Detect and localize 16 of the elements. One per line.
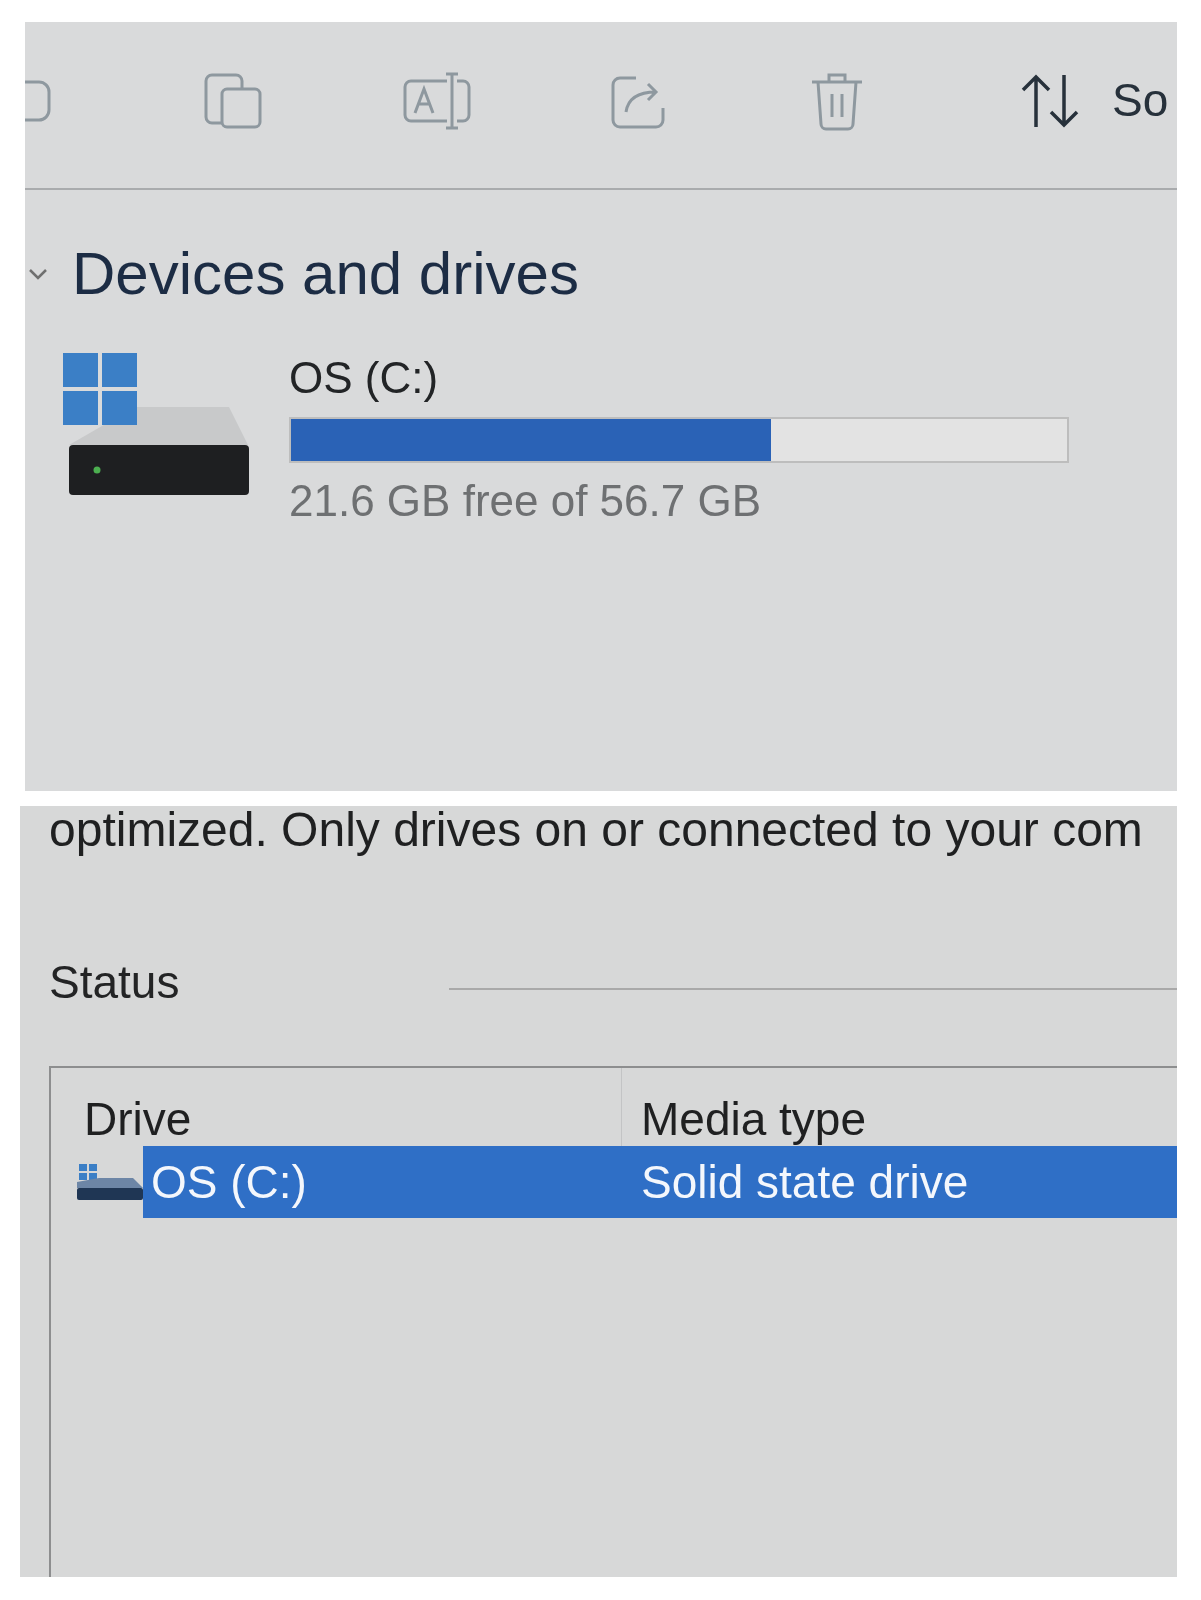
hard-drive-icon [77, 1164, 143, 1201]
free-space-text: 21.6 GB free of 56.7 GB [289, 476, 762, 526]
text-field-icon [403, 72, 471, 130]
table-cell-text: OS (C:) [150, 1155, 308, 1211]
sort-button[interactable]: So [1018, 73, 1169, 129]
rounded-bracket-icon [25, 79, 53, 123]
description-text: optimized. Only drives on or connected to your com [49, 806, 1144, 857]
section-label: Status [49, 956, 180, 1009]
column-header[interactable]: Media type [622, 1068, 1177, 1147]
list-row[interactable]: OS (C:) Solid state drive [143, 1146, 1177, 1219]
copy-icon [204, 73, 264, 129]
table-cell-text: Solid state drive [640, 1155, 969, 1211]
section-heading: Devices and drives [72, 240, 579, 308]
trash-icon [809, 71, 865, 131]
hard-drive-icon[interactable] [63, 353, 249, 496]
drive-name[interactable]: OS (C:) [289, 353, 439, 403]
